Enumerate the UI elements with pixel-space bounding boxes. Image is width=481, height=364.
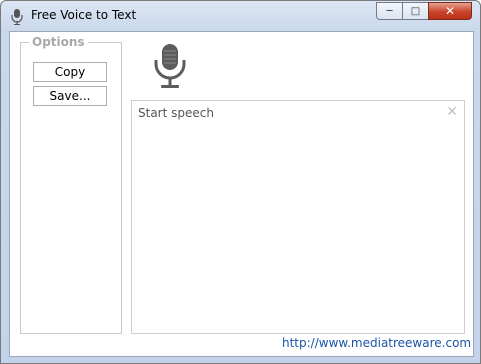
- maximize-button[interactable]: □: [402, 2, 428, 20]
- maximize-icon: □: [410, 5, 421, 17]
- close-icon: ✕: [444, 4, 456, 18]
- speech-text-area[interactable]: Start speech ✕: [131, 100, 465, 334]
- clear-text-icon[interactable]: ✕: [446, 104, 458, 120]
- minimize-button[interactable]: ─: [376, 2, 402, 20]
- website-link[interactable]: http://www.mediatreeware.com: [282, 336, 471, 350]
- microphone-icon[interactable]: [150, 42, 190, 90]
- minimize-icon: ─: [386, 5, 393, 17]
- window-controls: ─ □ ✕: [376, 2, 472, 20]
- copy-button[interactable]: Copy: [33, 62, 107, 82]
- close-button[interactable]: ✕: [428, 2, 472, 20]
- window-title: Free Voice to Text: [31, 8, 137, 22]
- speech-placeholder: Start speech: [138, 106, 214, 120]
- options-legend: Options: [29, 35, 88, 49]
- options-group: Options Copy Save...: [20, 35, 122, 334]
- microphone-app-icon: [11, 9, 23, 25]
- title-bar[interactable]: Free Voice to Text ─ □ ✕: [1, 1, 480, 31]
- client-area: Options Copy Save... Start speech ✕ http…: [9, 31, 474, 357]
- save-button[interactable]: Save...: [33, 86, 107, 106]
- app-window: Free Voice to Text ─ □ ✕ Options Copy Sa…: [0, 0, 481, 364]
